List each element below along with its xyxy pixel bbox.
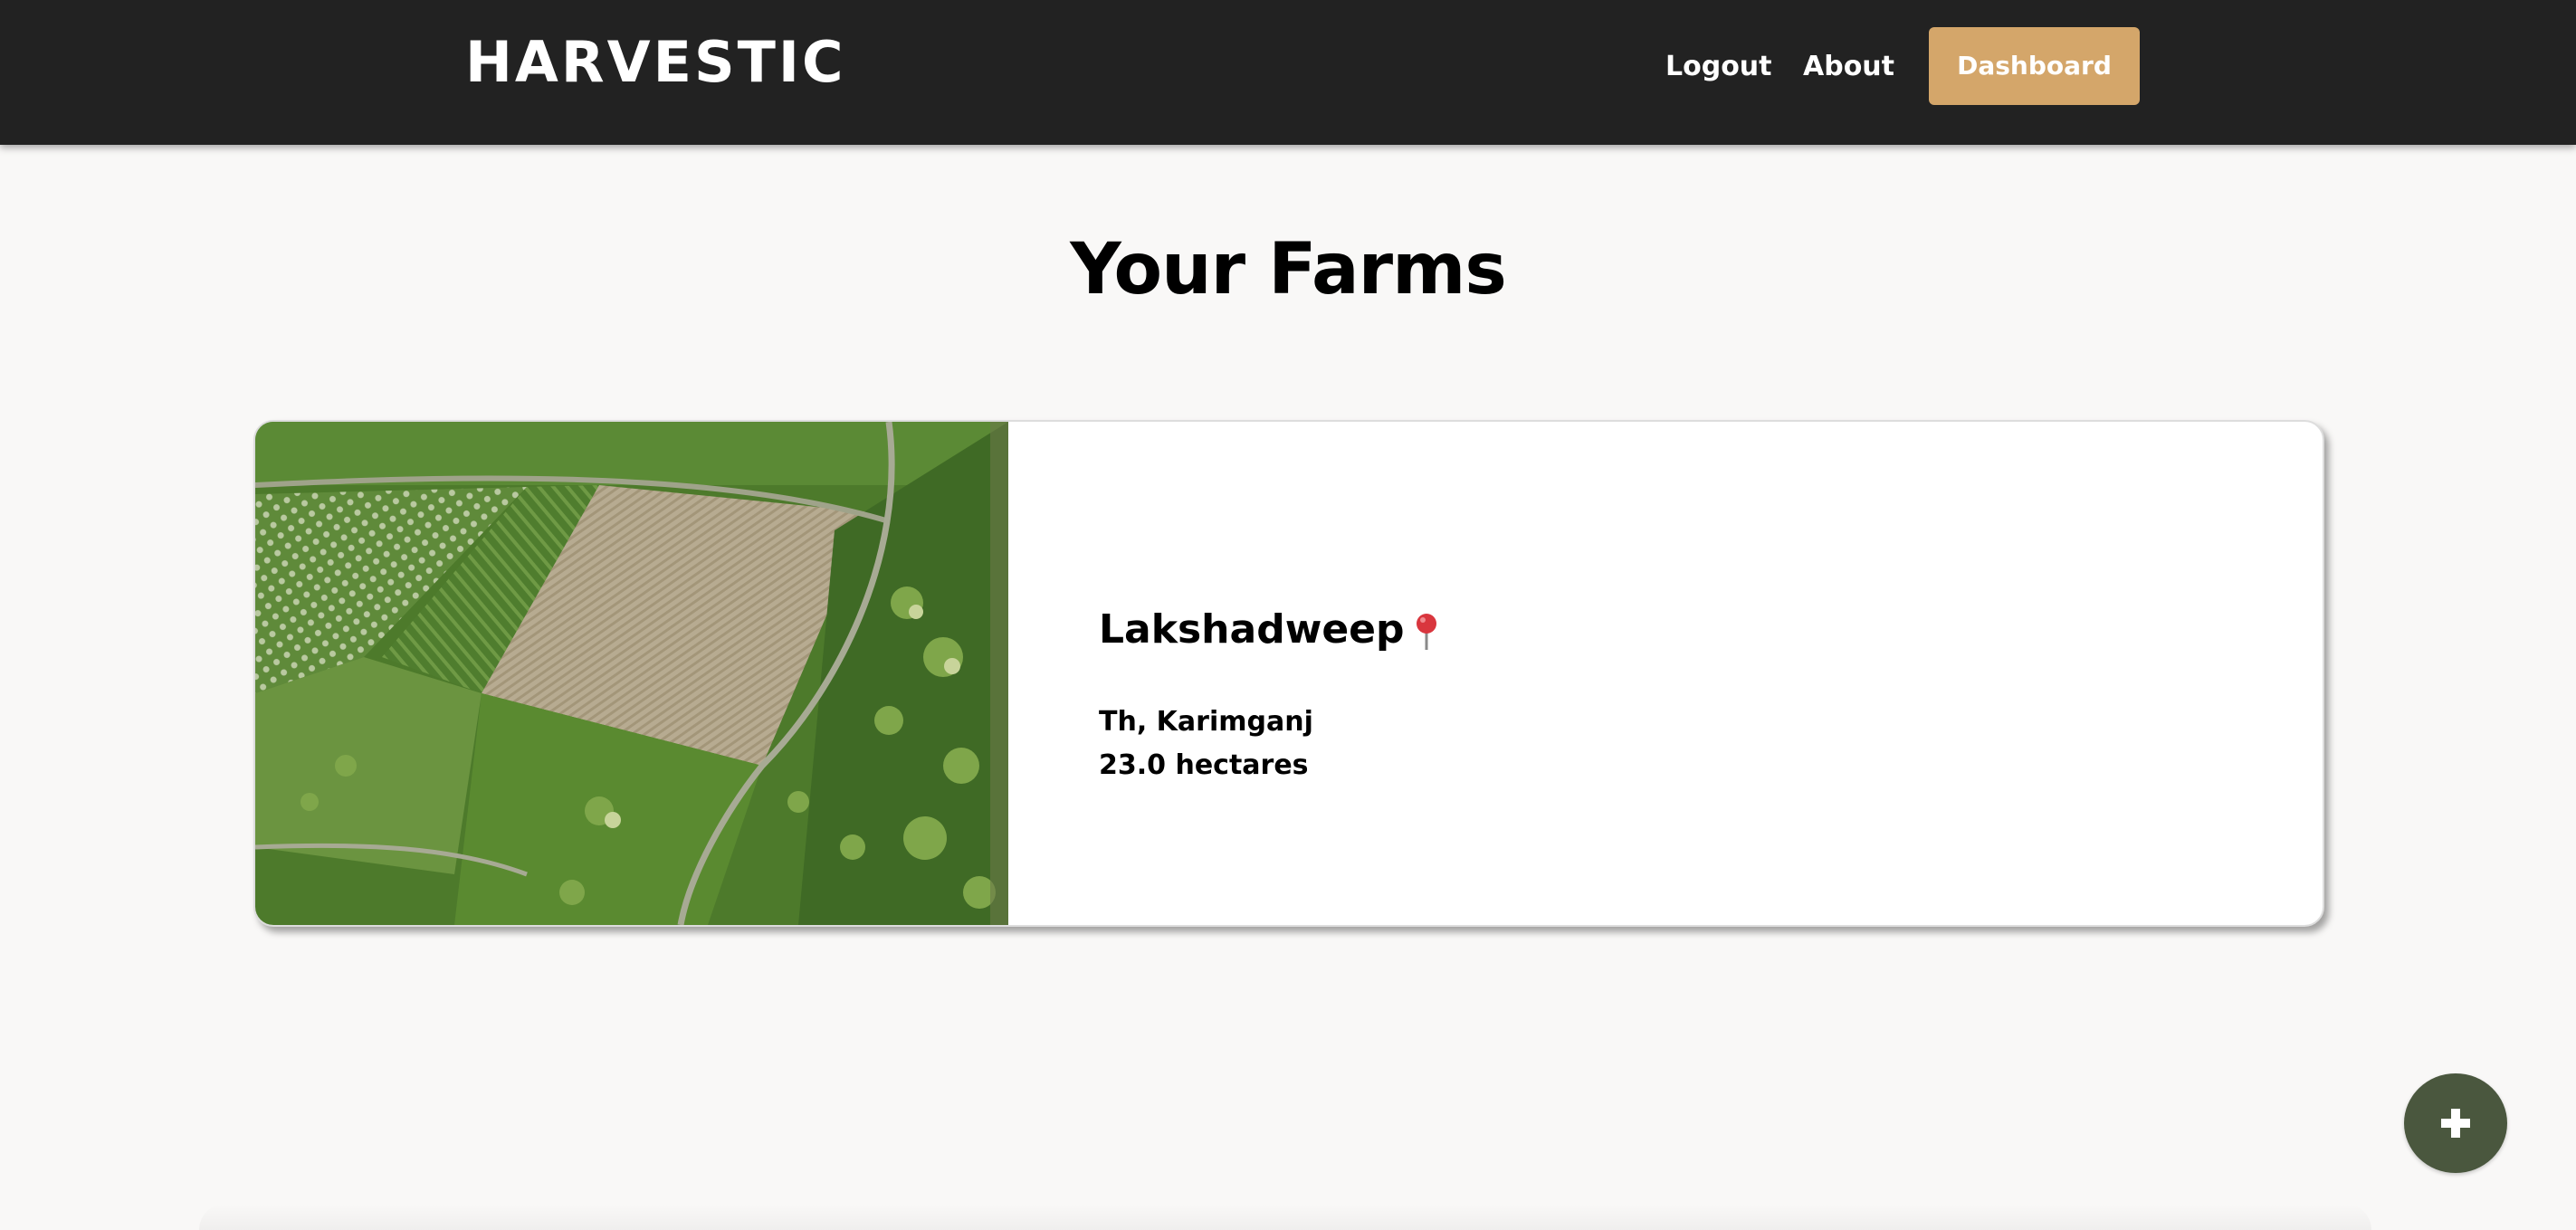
farm-location: Th, Karimganj: [1099, 706, 1313, 738]
page-title: Your Farms: [1070, 229, 1507, 310]
add-farm-button[interactable]: [2404, 1073, 2507, 1173]
dashboard-button[interactable]: Dashboard: [1929, 27, 2140, 105]
farm-image: [255, 422, 1008, 925]
footer-edge: [199, 1204, 2371, 1230]
logout-link[interactable]: Logout: [1665, 47, 1772, 87]
farm-area: 23.0 hectares: [1099, 749, 1309, 781]
about-link[interactable]: About: [1803, 47, 1894, 87]
farm-card[interactable]: Lakshadweep Th, Karimganj 23.0 hectares: [253, 420, 2324, 927]
farm-name: Lakshadweep: [1099, 603, 1439, 657]
map-pin-icon: [1414, 612, 1439, 652]
brand-logo[interactable]: HARVESTIC: [465, 27, 845, 98]
farm-name-label: Lakshadweep: [1099, 606, 1405, 653]
navbar: HARVESTIC Logout About Dashboard: [0, 0, 2576, 145]
plus-icon: [2441, 1109, 2470, 1138]
